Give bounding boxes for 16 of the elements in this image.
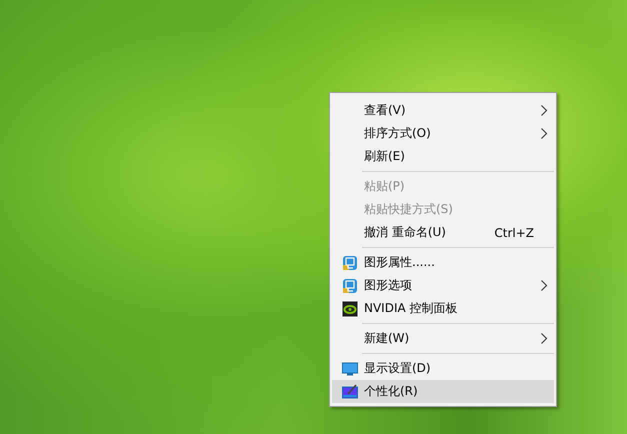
monitor-brush-icon	[342, 384, 358, 400]
menu-item[interactable]: 刷新(E)	[332, 145, 554, 168]
menu-item[interactable]: 新建(W)	[332, 327, 554, 350]
menu-item[interactable]: 排序方式(O)	[332, 122, 554, 145]
menu-item[interactable]: 图形属性......	[332, 251, 554, 274]
shortcut-text: Ctrl+Z	[494, 226, 534, 240]
menu-item[interactable]: 图形选项	[332, 274, 554, 297]
menu-item[interactable]: NVIDIA 控制面板	[332, 297, 554, 320]
graphics-card-icon	[342, 254, 358, 270]
menu-item[interactable]: 查看(V)	[332, 99, 554, 122]
chip-icon	[342, 300, 358, 316]
menu-item[interactable]: 显示设置(D)	[332, 357, 554, 380]
monitor-icon	[342, 360, 358, 376]
menu-item[interactable]: 个性化(R)	[332, 380, 554, 403]
graphics-card-icon	[342, 278, 358, 294]
menu-item[interactable]: 撤消 重命名(U) Ctrl+Z	[332, 221, 554, 244]
